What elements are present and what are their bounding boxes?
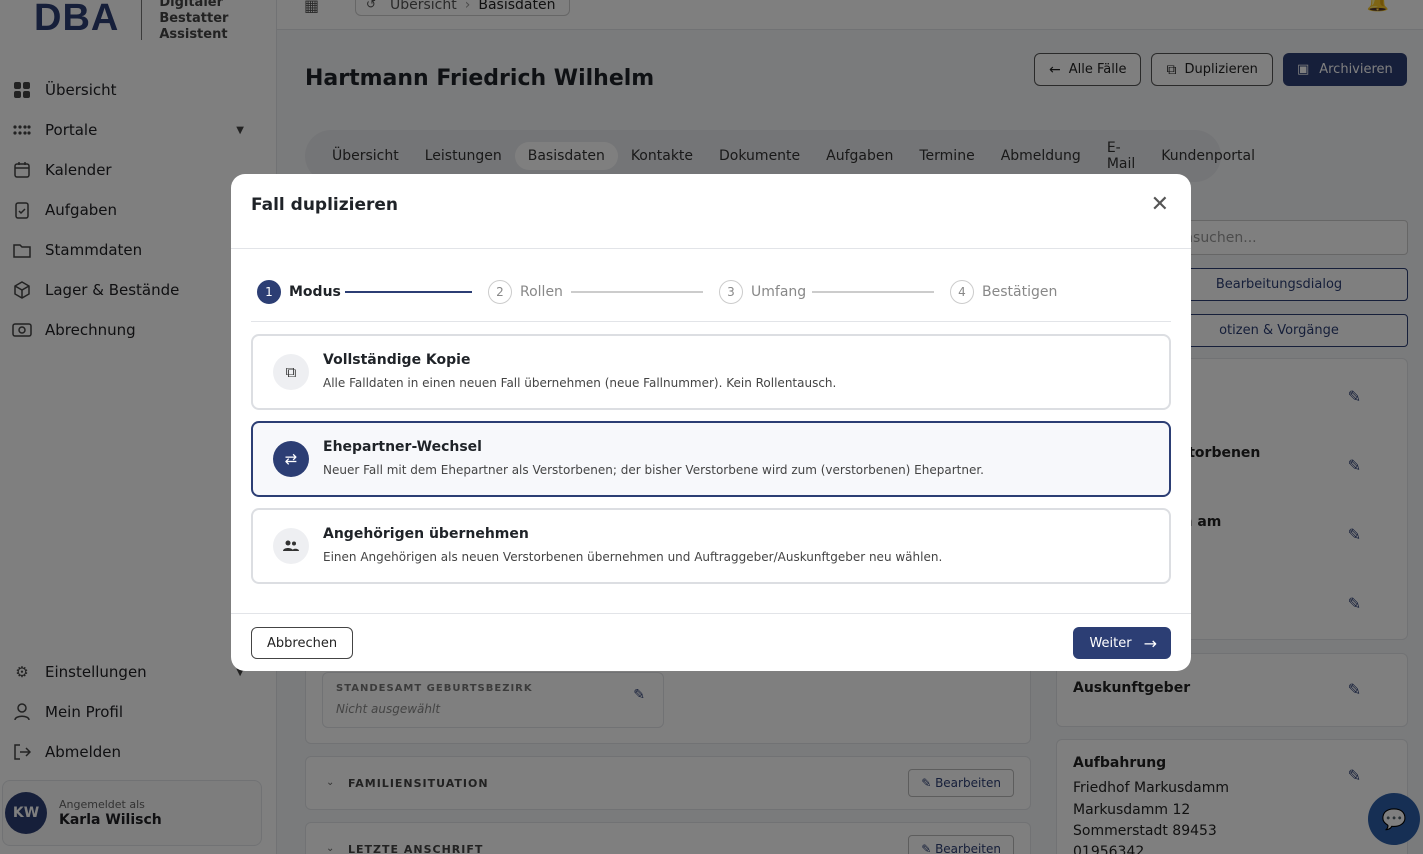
next-button[interactable]: Weiter → [1073,627,1171,659]
step-label: Rollen [520,284,563,300]
option-relative[interactable]: Angehörigen übernehmen Einen Angehörigen… [251,508,1171,584]
step-number: 3 [719,280,743,304]
option-description: Einen Angehörigen als neuen Verstorbenen… [323,550,943,564]
dialog-header: Fall duplizieren ✕ [231,174,1191,249]
step-modus: 1 Modus [257,280,341,304]
step-number: 1 [257,280,281,304]
dialog-title: Fall duplizieren [251,195,399,215]
step-connector [345,291,472,293]
step-label: Modus [289,284,341,300]
option-spouse-swap[interactable]: ⇄ Ehepartner-Wechsel Neuer Fall mit dem … [251,421,1171,497]
step-bestaetigen: 4 Bestätigen [950,280,1057,304]
option-description: Neuer Fall mit dem Ehepartner als Versto… [323,463,984,477]
step-rollen: 2 Rollen [488,280,563,304]
step-label: Umfang [751,284,807,300]
step-number: 4 [950,280,974,304]
divider [251,321,1171,322]
step-connector [571,291,703,293]
people-icon [273,528,309,564]
arrow-right-icon: → [1143,633,1157,653]
step-label: Bestätigen [982,284,1058,300]
step-number: 2 [488,280,512,304]
close-icon[interactable]: ✕ [1151,192,1169,217]
option-title: Vollständige Kopie [323,352,471,368]
swap-icon: ⇄ [273,441,309,477]
option-title: Angehörigen übernehmen [323,526,529,542]
duplicate-case-dialog: Fall duplizieren ✕ 1 Modus 2 Rollen 3 Um… [231,174,1191,671]
option-title: Ehepartner-Wechsel [323,439,482,455]
copy-icon: ⧉ [273,354,309,390]
cancel-button[interactable]: Abbrechen [251,627,354,659]
step-connector [812,291,934,293]
next-label: Weiter [1089,635,1132,651]
dialog-footer: Abbrechen Weiter → [231,613,1191,671]
option-description: Alle Falldaten in einen neuen Fall übern… [323,376,837,390]
option-full-copy[interactable]: ⧉ Vollständige Kopie Alle Falldaten in e… [251,334,1171,410]
step-umfang: 3 Umfang [719,280,806,304]
stepper: 1 Modus 2 Rollen 3 Umfang 4 Bestätigen [257,280,1173,304]
